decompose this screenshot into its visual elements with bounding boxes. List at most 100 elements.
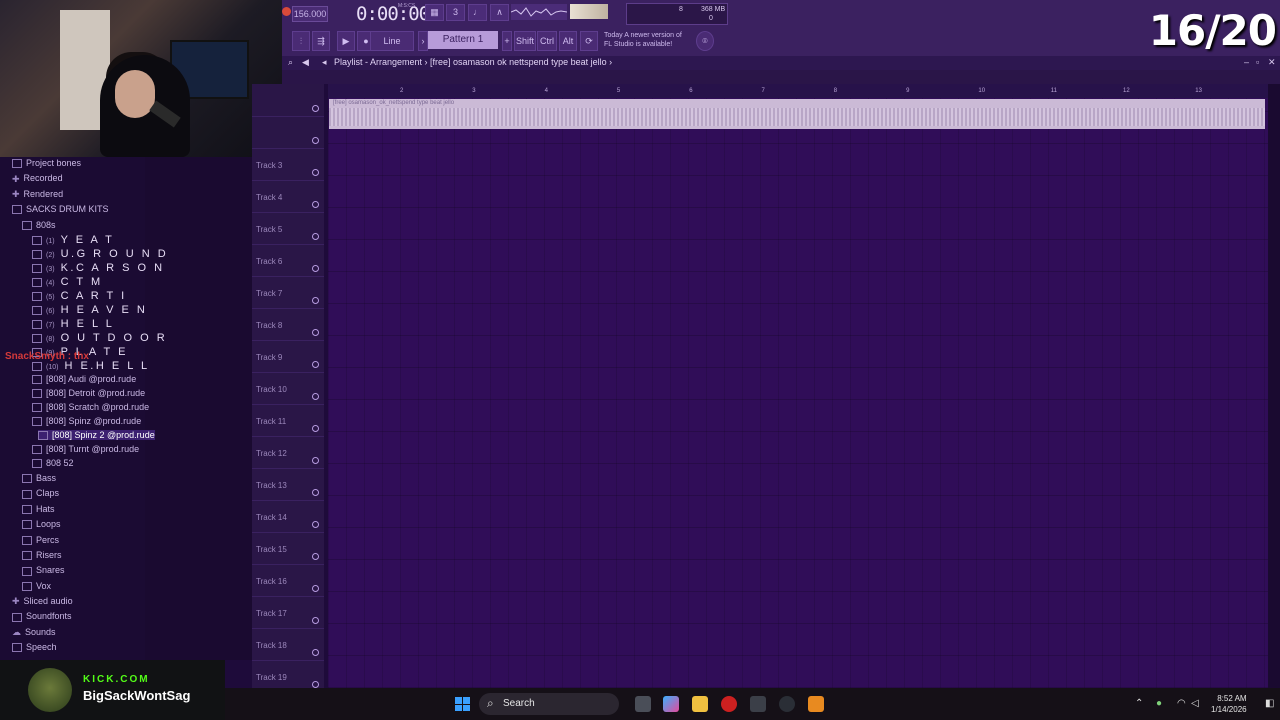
- browser-folder[interactable]: Snares: [22, 565, 65, 576]
- track-mute-icon[interactable]: [312, 137, 319, 144]
- track-header[interactable]: Track 14: [252, 500, 324, 533]
- browser-file[interactable]: [808] Spinz @prod.rude: [32, 416, 141, 427]
- record-icon[interactable]: [282, 7, 291, 16]
- browser-kit-folder[interactable]: (1) Y E A T: [32, 234, 114, 246]
- maximize-icon[interactable]: ▫: [1256, 57, 1259, 67]
- audio-clip[interactable]: [free] osamason_ok_nettspend type beat j…: [329, 99, 1265, 129]
- browser-kit-folder[interactable]: (7) H E L L: [32, 318, 114, 330]
- mixer-icon[interactable]: ⫶: [292, 31, 310, 51]
- track-header[interactable]: Track 8: [252, 308, 324, 341]
- track-mute-icon[interactable]: [312, 649, 319, 656]
- track-mute-icon[interactable]: [312, 329, 319, 336]
- browser-item[interactable]: SACKS DRUM KITS: [12, 204, 109, 215]
- playlist-grid[interactable]: [328, 98, 1268, 688]
- pattern-add[interactable]: +: [502, 31, 512, 51]
- file-explorer-icon[interactable]: [692, 696, 708, 712]
- browser-file[interactable]: [808] Turnt @prod.rude: [32, 444, 139, 455]
- browser-folder[interactable]: Vox: [22, 581, 51, 591]
- browser-item[interactable]: ✚ Sliced audio: [12, 596, 73, 607]
- snap-select[interactable]: Line: [370, 31, 414, 51]
- track-mute-icon[interactable]: [312, 681, 319, 688]
- browser-folder[interactable]: Claps: [22, 488, 59, 499]
- browser-item[interactable]: ✚ Recorded: [12, 173, 63, 184]
- track-mute-icon[interactable]: [312, 457, 319, 464]
- browser-folder[interactable]: Hats: [22, 504, 55, 514]
- track-mute-icon[interactable]: [312, 425, 319, 432]
- track-mute-icon[interactable]: [312, 265, 319, 272]
- track-mute-icon[interactable]: [312, 617, 319, 624]
- copilot-icon[interactable]: [663, 696, 679, 712]
- browser-folder[interactable]: Percs: [22, 535, 59, 545]
- fl-studio-icon[interactable]: [808, 696, 824, 712]
- magnify-icon[interactable]: ⌕: [288, 57, 293, 68]
- browser-file[interactable]: 808 52: [32, 458, 74, 469]
- browser-item[interactable]: Project bones: [12, 158, 81, 169]
- tempo-display[interactable]: 156.000: [292, 6, 328, 22]
- ctrl-button[interactable]: Ctrl: [537, 31, 557, 51]
- browser-item[interactable]: Soundfonts: [12, 611, 72, 622]
- track-header[interactable]: Track 4: [252, 180, 324, 213]
- channel-rack-icon[interactable]: ⇶: [312, 31, 330, 51]
- track-header[interactable]: Track 7: [252, 276, 324, 309]
- track-header[interactable]: Track 11: [252, 404, 324, 437]
- track-header[interactable]: Track 10: [252, 372, 324, 405]
- track-header[interactable]: Track 13: [252, 468, 324, 501]
- track-header[interactable]: Track 9: [252, 340, 324, 373]
- track-mute-icon[interactable]: [312, 233, 319, 240]
- track-header[interactable]: Track 18: [252, 628, 324, 661]
- browser-folder[interactable]: Loops: [22, 519, 61, 530]
- timeline-ruler[interactable]: 2 3 4 5 6 7 8 9 10 11 12 13: [328, 84, 1268, 98]
- browser-kit-folder[interactable]: (5) C A R T I: [32, 290, 127, 302]
- minimize-icon[interactable]: –: [1244, 57, 1249, 67]
- vertical-scrollbar[interactable]: [1268, 84, 1280, 688]
- windows-start-icon[interactable]: [455, 697, 470, 711]
- track-header[interactable]: Track 3: [252, 148, 324, 181]
- opera-icon[interactable]: [721, 696, 737, 712]
- track-header[interactable]: Track 17: [252, 596, 324, 629]
- browser-item[interactable]: Speech: [12, 642, 57, 653]
- track-mute-icon[interactable]: [312, 297, 319, 304]
- arrow-icon[interactable]: ◂: [322, 57, 327, 68]
- track-mute-icon[interactable]: [312, 169, 319, 176]
- browser-item[interactable]: 808s: [22, 220, 56, 230]
- update-notice[interactable]: Today A newer version of FL Studio is av…: [604, 31, 682, 49]
- browser-folder[interactable]: Risers: [22, 550, 62, 561]
- track-header[interactable]: Track 5: [252, 212, 324, 245]
- track-header[interactable]: Track 6: [252, 244, 324, 277]
- track-mute-icon[interactable]: [312, 201, 319, 208]
- taskbar-search[interactable]: ⌕ Search: [479, 693, 619, 715]
- browser-item[interactable]: ☁ Sounds: [12, 627, 56, 638]
- track-header[interactable]: [252, 84, 324, 117]
- browser-kit-folder[interactable]: (4) C T M: [32, 276, 103, 288]
- track-mute-icon[interactable]: [312, 489, 319, 496]
- track-mute-icon[interactable]: [312, 521, 319, 528]
- shift-button[interactable]: Shift: [514, 31, 536, 51]
- metronome-icon[interactable]: ♩: [468, 4, 487, 21]
- browser-file[interactable]: [808] Spinz 2 @prod.rude: [38, 430, 155, 441]
- taskbar-clock[interactable]: 8:52 AM 1/14/2026: [1211, 693, 1247, 715]
- track-mute-icon[interactable]: [312, 553, 319, 560]
- pattern-selector[interactable]: Pattern 1: [428, 31, 498, 49]
- browser-kit-folder[interactable]: (8) O U T D O O R: [32, 332, 167, 344]
- loop-icon[interactable]: ∧: [490, 4, 509, 21]
- chrome-icon[interactable]: [779, 696, 795, 712]
- browser-item[interactable]: ✚ Rendered: [12, 189, 63, 200]
- store-icon[interactable]: [750, 696, 766, 712]
- chevron-up-icon[interactable]: ⌃: [1135, 698, 1143, 709]
- wifi-icon[interactable]: ◠: [1177, 698, 1186, 709]
- browser-file[interactable]: [808] Scratch @prod.rude: [32, 402, 149, 413]
- track-header[interactable]: Track 16: [252, 564, 324, 597]
- speaker-icon[interactable]: ◀: [302, 57, 309, 68]
- volume-icon[interactable]: ◁: [1191, 698, 1199, 709]
- keyboard-icon[interactable]: ▦: [425, 4, 444, 21]
- close-icon[interactable]: ✕: [1268, 57, 1276, 68]
- track-header[interactable]: Track 15: [252, 532, 324, 565]
- alt-button[interactable]: Alt: [559, 31, 577, 51]
- browser-kit-folder[interactable]: (2) U.G R O U N D: [32, 248, 168, 260]
- notification-icon[interactable]: ◧: [1265, 698, 1274, 709]
- track-header[interactable]: [252, 116, 324, 149]
- taskview-icon[interactable]: [635, 696, 651, 712]
- globe-icon[interactable]: ⌾: [696, 31, 714, 51]
- browser-kit-folder[interactable]: (6) H E A V E N: [32, 304, 147, 316]
- track-mute-icon[interactable]: [312, 585, 319, 592]
